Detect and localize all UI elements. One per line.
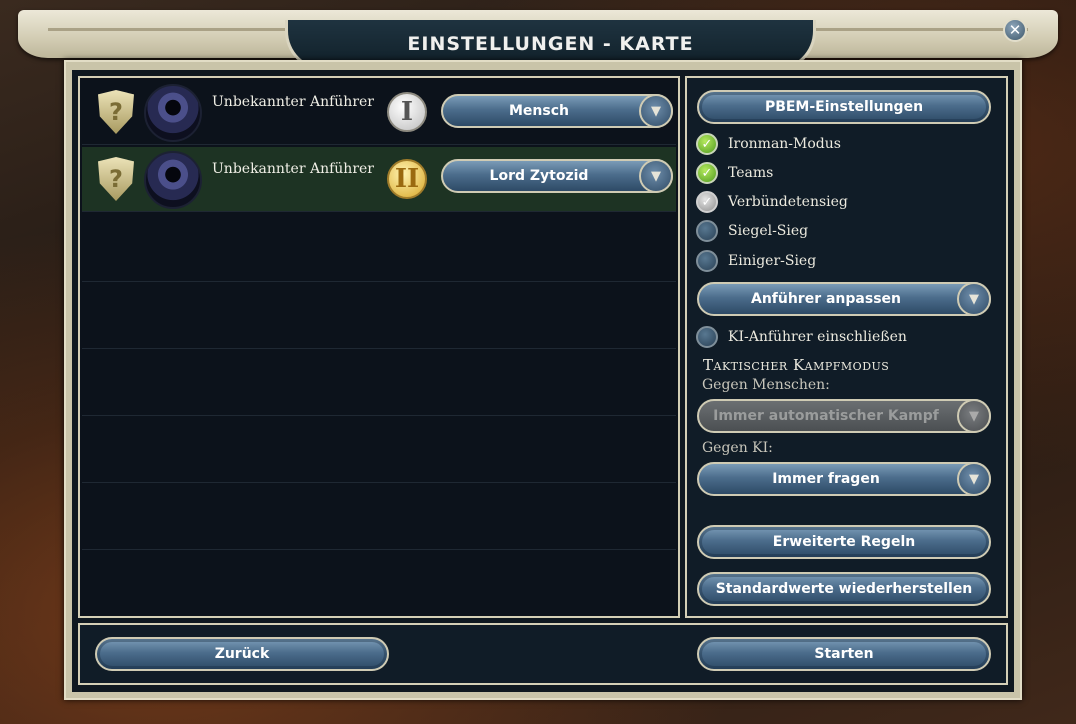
pbem-settings-label: PBEM-Einstellungen (764, 99, 924, 115)
back-button[interactable]: Zurück (95, 637, 389, 671)
chevron-down-icon[interactable]: ▼ (957, 282, 991, 316)
customize-leaders-label: Anführer anpassen (750, 291, 901, 307)
checkbox-checked-icon[interactable]: ✓ (696, 162, 718, 184)
start-label: Starten (814, 646, 874, 662)
checkbox-unchecked-icon[interactable] (696, 250, 718, 272)
leader-portrait (144, 151, 202, 209)
advanced-rules-label: Erweiterte Regeln (772, 534, 916, 550)
chevron-down-icon[interactable]: ▼ (639, 159, 673, 193)
vs-humans-value: Immer automatischer Kampf (713, 408, 939, 424)
empty-slot-row (82, 348, 676, 416)
team-badge-button[interactable]: II (387, 159, 427, 199)
chevron-down-icon[interactable]: ▼ (957, 462, 991, 496)
checkbox-checked-icon[interactable]: ✓ (696, 133, 718, 155)
team-badge-button[interactable]: I (387, 92, 427, 132)
empty-slot-row (82, 281, 676, 349)
controller-value: Mensch (509, 103, 569, 119)
customize-leaders-dropdown[interactable]: Anführer anpassen ▼ (697, 282, 991, 316)
controller-value: Lord Zytozid (489, 168, 589, 184)
option-seal-victory[interactable]: Siegel-Sieg (696, 219, 808, 243)
player-row-1[interactable]: ? Unbekannter Anführer I Mensch ▼ (82, 80, 676, 145)
back-label: Zurück (214, 646, 270, 662)
option-alliance-victory[interactable]: ✓ Verbündetensieg (696, 190, 848, 214)
restore-defaults-label: Standardwerte wiederherstellen (715, 581, 973, 597)
team-number: I (400, 97, 414, 127)
empty-slot-row (82, 415, 676, 483)
checkbox-unchecked-icon[interactable] (696, 326, 718, 348)
option-include-ai-leaders[interactable]: KI-Anführer einschließen (696, 325, 907, 349)
tactical-combat-title: Taktischer Kampfmodus (703, 356, 890, 374)
team-number: II (394, 164, 420, 194)
controller-dropdown[interactable]: Mensch ▼ (441, 94, 673, 128)
advanced-rules-button[interactable]: Erweiterte Regeln (697, 525, 991, 559)
restore-defaults-button[interactable]: Standardwerte wiederherstellen (697, 572, 991, 606)
option-label: Siegel-Sieg (728, 223, 809, 239)
chevron-down-icon: ▼ (957, 399, 991, 433)
leader-portrait (144, 84, 202, 142)
option-label: Einiger-Sieg (728, 253, 817, 269)
arrow-glyph: ▼ (651, 168, 661, 184)
controller-dropdown[interactable]: Lord Zytozid ▼ (441, 159, 673, 193)
players-panel: ? Unbekannter Anführer I Mensch ▼ ? Unbe… (78, 76, 680, 618)
unknown-shield-icon: ? (98, 90, 134, 134)
vs-ai-dropdown[interactable]: Immer fragen ▼ (697, 462, 991, 496)
unknown-shield-icon: ? (98, 157, 134, 201)
vs-ai-label: Gegen KI: (702, 440, 773, 456)
option-label: Ironman-Modus (728, 136, 841, 152)
question-mark-icon: ? (109, 165, 123, 193)
close-button[interactable]: ✕ (1003, 18, 1027, 42)
arrow-glyph: ▼ (651, 103, 661, 119)
option-teams[interactable]: ✓ Teams (696, 161, 773, 185)
option-label: KI-Anführer einschließen (728, 329, 907, 345)
leader-name: Unbekannter Anführer (212, 161, 374, 177)
question-mark-icon: ? (109, 98, 123, 126)
window-title: EINSTELLUNGEN - KARTE (407, 33, 694, 55)
empty-slot-row (82, 482, 676, 550)
vs-humans-label: Gegen Menschen: (702, 377, 830, 393)
leader-name: Unbekannter Anführer (212, 94, 374, 110)
vs-ai-value: Immer fragen (772, 471, 880, 487)
checkbox-disabled-icon[interactable]: ✓ (696, 191, 718, 213)
empty-slot-row (82, 214, 676, 282)
option-label: Teams (728, 165, 774, 181)
player-row-2[interactable]: ? Unbekannter Anführer II Lord Zytozid ▼ (82, 147, 676, 212)
arrow-glyph: ▼ (969, 408, 979, 424)
option-unifier-victory[interactable]: Einiger-Sieg (696, 249, 816, 273)
close-icon: ✕ (1008, 21, 1022, 39)
arrow-glyph: ▼ (969, 471, 979, 487)
vs-humans-dropdown: Immer automatischer Kampf ▼ (697, 399, 991, 433)
option-ironman[interactable]: ✓ Ironman-Modus (696, 132, 841, 156)
arrow-glyph: ▼ (969, 291, 979, 307)
option-label: Verbündetensieg (728, 194, 848, 210)
chevron-down-icon[interactable]: ▼ (639, 94, 673, 128)
checkbox-unchecked-icon[interactable] (696, 220, 718, 242)
pbem-settings-button[interactable]: PBEM-Einstellungen (697, 90, 991, 124)
start-button[interactable]: Starten (697, 637, 991, 671)
